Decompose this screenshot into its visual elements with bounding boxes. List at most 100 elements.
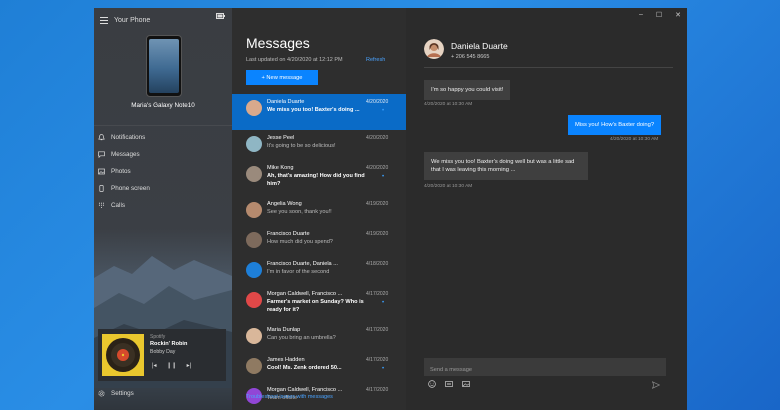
pause-icon[interactable]: ❙❙	[167, 362, 177, 369]
nav-label: Messages	[111, 151, 140, 158]
conversation-item[interactable]: Angelia Wong See you soon, thank you!! 4/1…	[232, 196, 406, 226]
conversation-item[interactable]: Maria Dunlap Can you bring an umbrella? 4/…	[232, 322, 406, 352]
music-controls: |◂ ❙❙ ▸|	[152, 362, 191, 369]
messages-pane: Messages Last updated on 4/20/2020 at 12…	[232, 8, 406, 410]
photo-icon	[98, 168, 105, 175]
conversation-item[interactable]: Daniela Duarte We miss you too! Baxter's …	[232, 94, 406, 130]
compose-box	[424, 358, 666, 379]
message-bubble-incoming: I'm so happy you could visit!	[424, 80, 511, 100]
left-pane: Your Phone Maria's Galaxy Note10 Notific…	[94, 8, 232, 410]
conversation-date: 4/19/2020	[366, 231, 389, 237]
conversation-avatar	[246, 100, 262, 116]
hamburger-menu-icon[interactable]	[100, 16, 108, 24]
conversation-snippet: How much did you spend?	[267, 239, 333, 245]
nav-item-photos[interactable]: Photos	[98, 163, 150, 180]
conversation-name: James Hadden	[267, 357, 305, 363]
image-attach-icon[interactable]	[462, 380, 470, 388]
previous-track-icon[interactable]: |◂	[152, 362, 157, 369]
conversation-name: Daniela Duarte	[267, 99, 305, 105]
conversation-date: 4/17/2020	[366, 327, 389, 333]
nav-list: Notifications Messages Photos Phone scre…	[98, 129, 150, 214]
conversation-snippet: See you soon, thank you!!	[267, 209, 332, 215]
message-input[interactable]	[424, 361, 666, 379]
song-artist: Bobby Day	[150, 349, 176, 355]
gear-icon	[98, 390, 105, 397]
conversation-avatar	[246, 232, 262, 248]
conversation-avatar	[246, 328, 262, 344]
message-timestamp: 4/20/2020 at 10:30 AM	[424, 184, 473, 189]
chat-pane: – ☐ ✕ Daniela Duarte + 206 545 8665 I'm …	[406, 8, 687, 410]
nav-label: Calls	[111, 202, 125, 209]
conversation-name: Morgan Caldwell, Francisco ...	[267, 387, 343, 393]
conversation-date: 4/20/2020	[366, 99, 389, 105]
album-art	[102, 334, 144, 376]
nav-item-calls[interactable]: Calls	[98, 197, 150, 214]
unread-indicator-icon: •	[382, 108, 385, 114]
next-track-icon[interactable]: ▸|	[187, 362, 192, 369]
conversation-item[interactable]: Francisco Duarte, Daniela ... I'm in favo…	[232, 256, 406, 286]
message-icon	[98, 151, 105, 158]
conversation-snippet: I'm in favor of the second	[267, 269, 330, 275]
conversation-date: 4/20/2020	[366, 135, 389, 141]
nav-item-phone-screen[interactable]: Phone screen	[98, 180, 150, 197]
app-window: Your Phone Maria's Galaxy Note10 Notific…	[94, 8, 687, 410]
conversation-avatar	[246, 136, 262, 152]
conversation-date: 4/17/2020	[366, 291, 389, 297]
conversation-avatar	[246, 166, 262, 182]
conversation-avatar	[246, 202, 262, 218]
dialpad-icon	[98, 202, 105, 208]
conversation-snippet: We miss you too! Baxter's doing ...	[267, 107, 360, 113]
conversation-date: 4/19/2020	[366, 201, 389, 207]
message-bubble-outgoing: Miss you! How's Baxter doing?	[568, 115, 662, 135]
nav-label: Notifications	[111, 134, 146, 141]
message-timestamp: 4/20/2020 at 10:30 AM	[424, 102, 473, 107]
new-message-button[interactable]: + New message	[246, 70, 318, 85]
battery-icon	[216, 13, 225, 19]
close-icon[interactable]: ✕	[675, 11, 681, 19]
page-title: Messages	[246, 35, 310, 51]
conversation-date: 4/18/2020	[366, 261, 389, 267]
conversation-item[interactable]: Morgan Caldwell, Francisco ... Farmer's m…	[232, 286, 406, 322]
conversation-item[interactable]: Jesse Peel It's going to be so delicious!…	[232, 130, 406, 160]
message-bubble-incoming: We miss you too! Baxter's doing well but…	[424, 152, 588, 180]
conversation-item[interactable]: Mike Kong Ah, that's amazing! How did you…	[232, 160, 406, 196]
conversation-name: Angelia Wong	[267, 201, 302, 207]
conversation-avatar	[246, 292, 262, 308]
contact-avatar	[424, 39, 444, 59]
conversation-list: Daniela Duarte We miss you too! Baxter's …	[232, 94, 406, 410]
conversation-name: Morgan Caldwell, Francisco ...	[267, 291, 343, 297]
settings-button[interactable]: Settings	[98, 390, 134, 397]
conversation-snippet: It's going to be so delicious!	[267, 143, 336, 149]
phone-image	[146, 35, 182, 97]
conversation-snippet: Farmer's market on Sunday? Who is ready …	[267, 299, 364, 313]
nav-label: Phone screen	[111, 185, 150, 192]
unread-indicator-icon: •	[382, 174, 385, 180]
music-source: Spotify	[150, 334, 166, 340]
send-icon[interactable]	[652, 381, 660, 389]
bell-icon	[98, 134, 105, 141]
refresh-link[interactable]: Refresh	[366, 57, 385, 63]
nav-label: Photos	[111, 168, 131, 175]
conversation-item[interactable]: Francisco Duarte How much did you spend? 4…	[232, 226, 406, 256]
nav-item-messages[interactable]: Messages	[98, 146, 150, 163]
phone-screen-icon	[99, 185, 104, 192]
maximize-icon[interactable]: ☐	[656, 11, 662, 19]
message-timestamp: 4/20/2020 at 10:30 AM	[610, 137, 659, 142]
conversation-item[interactable]: James Hadden Cool! Ms. Zenk ordered 50...…	[232, 352, 406, 382]
nav-item-notifications[interactable]: Notifications	[98, 129, 150, 146]
conversation-snippet: Ah, that's amazing! How did you find him…	[267, 173, 365, 187]
conversation-date: 4/17/2020	[366, 357, 389, 363]
conversation-snippet: Cool! Ms. Zenk ordered 50...	[267, 365, 342, 371]
gif-icon[interactable]	[445, 380, 453, 388]
minimize-icon[interactable]: –	[639, 11, 643, 19]
troubleshoot-link[interactable]: Troubleshoot issues with messages	[246, 394, 333, 400]
unread-indicator-icon: •	[382, 300, 385, 306]
conversation-date: 4/20/2020	[366, 165, 389, 171]
settings-label: Settings	[111, 390, 134, 397]
last-updated-text: Last updated on 4/20/2020 at 12:12 PM	[246, 57, 343, 63]
contact-name: Daniela Duarte	[451, 41, 508, 51]
titlebar: Your Phone	[100, 12, 150, 28]
emoji-icon[interactable]	[428, 380, 436, 388]
song-title: Rockin' Robin	[150, 341, 188, 347]
app-title: Your Phone	[114, 16, 151, 24]
